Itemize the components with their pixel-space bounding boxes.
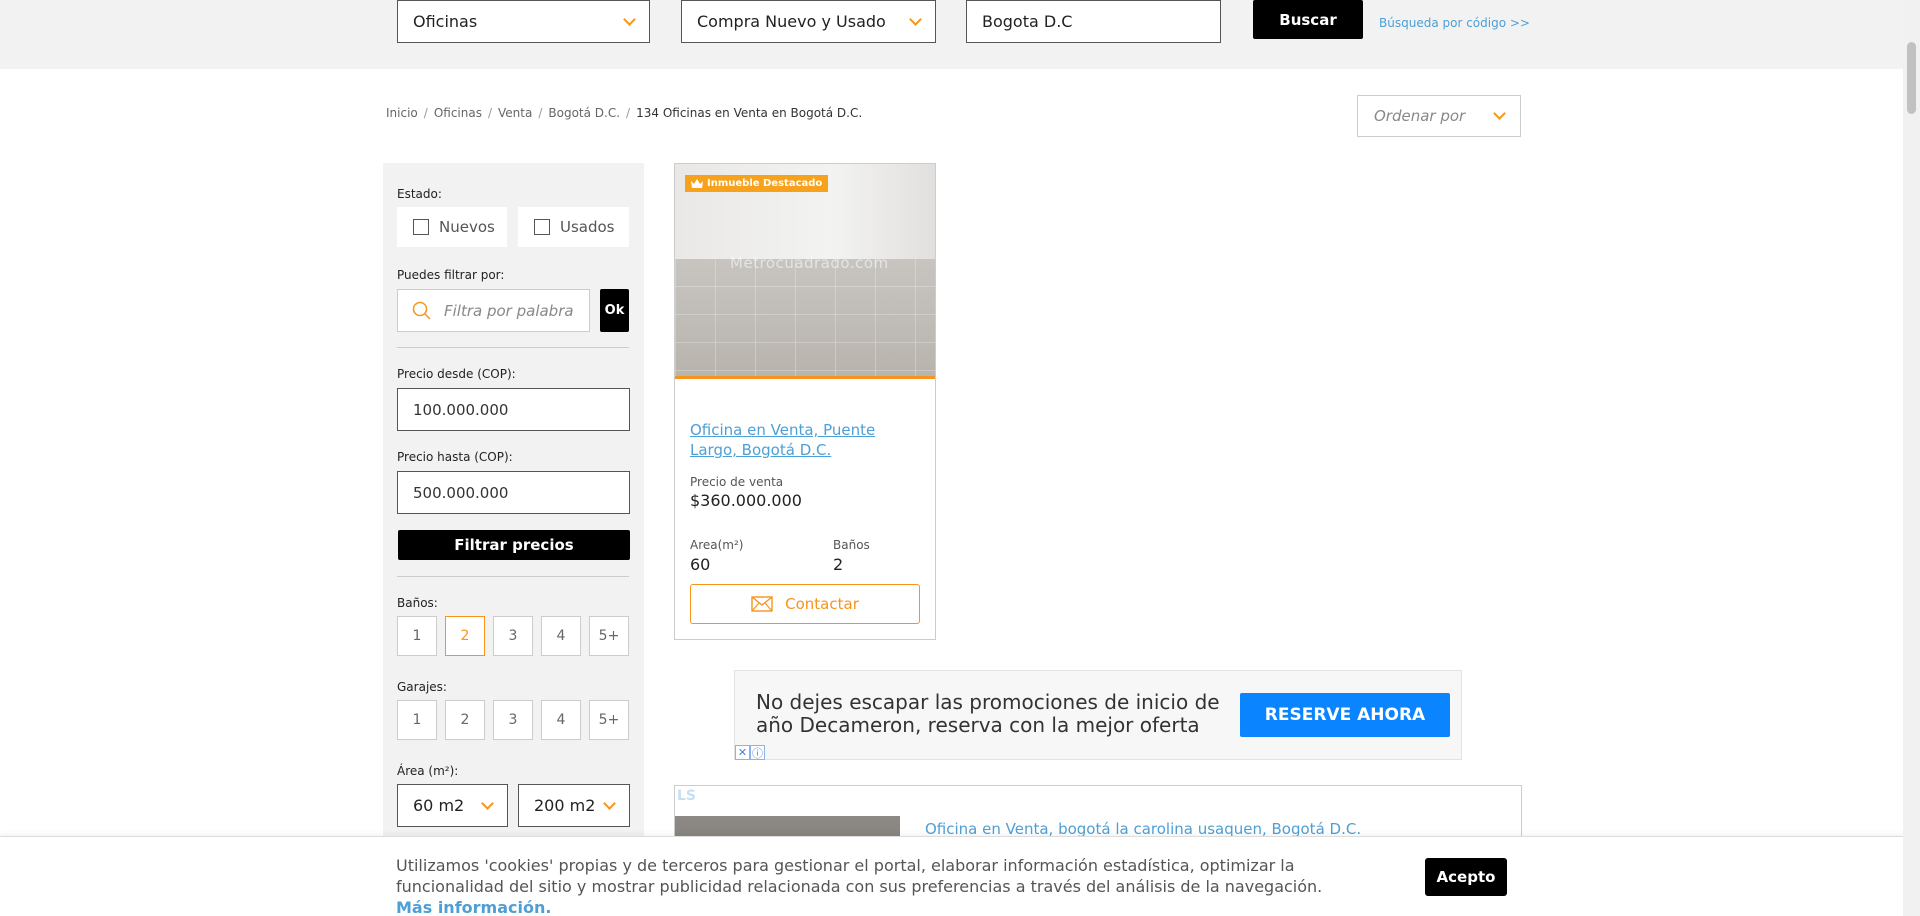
ad-close-icon[interactable]: ✕ (735, 745, 750, 760)
photo-floor (675, 259, 935, 379)
listing-title-link[interactable]: Oficina en Venta, Puente Largo, Bogotá D… (690, 420, 920, 460)
area-to-value: 200 m2 (534, 796, 596, 815)
estado-label: Estado: (397, 187, 442, 201)
filters-sidebar: Estado: Nuevos Usados Puedes filtrar por… (383, 163, 644, 916)
cookie-text: Utilizamos 'cookies' propias y de tercer… (396, 855, 1356, 916)
banos-option-5plus[interactable]: 5+ (589, 616, 629, 656)
filter-prices-button[interactable]: Filtrar precios (398, 530, 630, 560)
contact-button[interactable]: Contactar (690, 584, 920, 624)
envelope-icon (751, 596, 773, 612)
garajes-label: Garajes: (397, 680, 447, 694)
estado-usados-label: Usados (560, 218, 615, 236)
keyword-ok-button[interactable]: Ok (600, 289, 629, 332)
chevron-down-icon (481, 796, 494, 810)
price-to-input[interactable]: 500.000.000 (397, 471, 630, 514)
divider (397, 576, 629, 577)
ad-cta-button[interactable]: RESERVE AHORA (1240, 693, 1450, 737)
chevron-down-icon (603, 796, 616, 810)
property-type-value: Oficinas (413, 12, 478, 31)
breadcrumb-venta[interactable]: Venta (498, 106, 532, 120)
ad-banner[interactable]: No dejes escapar las promociones de inic… (734, 670, 1462, 760)
listing-logo: LS (677, 788, 697, 804)
garajes-option-5plus[interactable]: 5+ (589, 700, 629, 740)
banos-value: 2 (833, 555, 844, 574)
checkbox-icon (534, 219, 550, 235)
keyword-label: Puedes filtrar por: (397, 268, 505, 282)
scrollbar[interactable] (1903, 0, 1920, 916)
city-value: Bogota D.C (982, 12, 1073, 31)
transaction-value: Compra Nuevo y Usado (697, 12, 886, 31)
price-from-input[interactable]: 100.000.000 (397, 388, 630, 431)
ad-text: No dejes escapar las promociones de inic… (756, 690, 1220, 737)
cookie-more-link[interactable]: Más información. (396, 898, 551, 916)
area-label: Área (m²): (397, 764, 459, 778)
garajes-option-3[interactable]: 3 (493, 700, 533, 740)
area-to-select[interactable]: 200 m2 (518, 784, 630, 827)
sort-select[interactable]: Ordenar por (1357, 95, 1521, 137)
search-bar: Oficinas Compra Nuevo y Usado Bogota D.C… (0, 0, 1920, 69)
ad-controls: ✕ ⓘ (735, 745, 765, 760)
price-to-label: Precio hasta (COP): (397, 450, 513, 464)
price-from-label: Precio desde (COP): (397, 367, 516, 381)
chevron-down-icon (909, 12, 922, 26)
garajes-option-1[interactable]: 1 (397, 700, 437, 740)
code-search-link[interactable]: Búsqueda por código >> (1379, 16, 1530, 30)
price-label: Precio de venta (690, 475, 784, 489)
sort-placeholder: Ordenar por (1374, 107, 1466, 125)
city-input[interactable]: Bogota D.C (966, 0, 1221, 43)
keyword-input[interactable]: Filtra por palabra (397, 289, 590, 332)
divider (397, 347, 629, 348)
area-value: 60 (690, 555, 711, 574)
estado-nuevos-label: Nuevos (439, 218, 495, 236)
checkbox-icon (413, 219, 429, 235)
banos-options: 1 2 3 4 5+ (397, 616, 629, 656)
scrollbar-thumb[interactable] (1907, 42, 1916, 114)
estado-usados-checkbox[interactable]: Usados (518, 207, 629, 247)
breadcrumb-separator: / (423, 106, 428, 120)
breadcrumb-separator: / (487, 106, 493, 120)
garajes-option-4[interactable]: 4 (541, 700, 581, 740)
breadcrumb-oficinas[interactable]: Oficinas (434, 106, 482, 120)
area-from-value: 60 m2 (413, 796, 465, 815)
banos-option-1[interactable]: 1 (397, 616, 437, 656)
listing-card[interactable]: Metrocuadrado.com Inmueble Destacado Ofi… (674, 163, 936, 640)
breadcrumb-current: 134 Oficinas en Venta en Bogotá D.C. (636, 106, 863, 120)
banos-label: Baños: (397, 596, 438, 610)
price-value: $360.000.000 (690, 491, 802, 510)
cookie-message: Utilizamos 'cookies' propias y de tercer… (396, 856, 1323, 896)
garajes-options: 1 2 3 4 5+ (397, 700, 629, 740)
banos-option-4[interactable]: 4 (541, 616, 581, 656)
breadcrumb-separator: / (626, 106, 631, 120)
banos-option-3[interactable]: 3 (493, 616, 533, 656)
breadcrumb: Inicio / Oficinas / Venta / Bogotá D.C. … (386, 106, 862, 120)
estado-nuevos-checkbox[interactable]: Nuevos (397, 207, 507, 247)
area-label: Area(m²) (690, 538, 744, 552)
cookie-banner: Utilizamos 'cookies' propias y de tercer… (0, 836, 1920, 916)
cookie-accept-button[interactable]: Acepto (1425, 858, 1507, 896)
area-from-select[interactable]: 60 m2 (397, 784, 508, 827)
banos-label: Baños (833, 538, 870, 552)
breadcrumb-separator: / (538, 106, 543, 120)
crown-icon (691, 179, 703, 188)
featured-badge: Inmueble Destacado (685, 175, 829, 192)
banos-option-2[interactable]: 2 (445, 616, 485, 656)
search-icon (412, 301, 431, 320)
search-button[interactable]: Buscar (1253, 0, 1363, 39)
ad-info-icon[interactable]: ⓘ (750, 745, 765, 760)
photo-watermark: Metrocuadrado.com (730, 254, 889, 272)
chevron-down-icon (1493, 107, 1506, 120)
featured-badge-label: Inmueble Destacado (707, 178, 823, 189)
property-type-select[interactable]: Oficinas (397, 0, 650, 43)
chevron-down-icon (623, 12, 636, 26)
breadcrumb-home[interactable]: Inicio (386, 106, 418, 120)
breadcrumb-bogota[interactable]: Bogotá D.C. (548, 106, 620, 120)
garajes-option-2[interactable]: 2 (445, 700, 485, 740)
keyword-placeholder: Filtra por palabra (444, 301, 574, 320)
transaction-select[interactable]: Compra Nuevo y Usado (681, 0, 936, 43)
photo-accent-bar (675, 376, 935, 379)
listing-photo[interactable]: Metrocuadrado.com Inmueble Destacado (675, 164, 935, 379)
contact-button-label: Contactar (785, 595, 859, 613)
